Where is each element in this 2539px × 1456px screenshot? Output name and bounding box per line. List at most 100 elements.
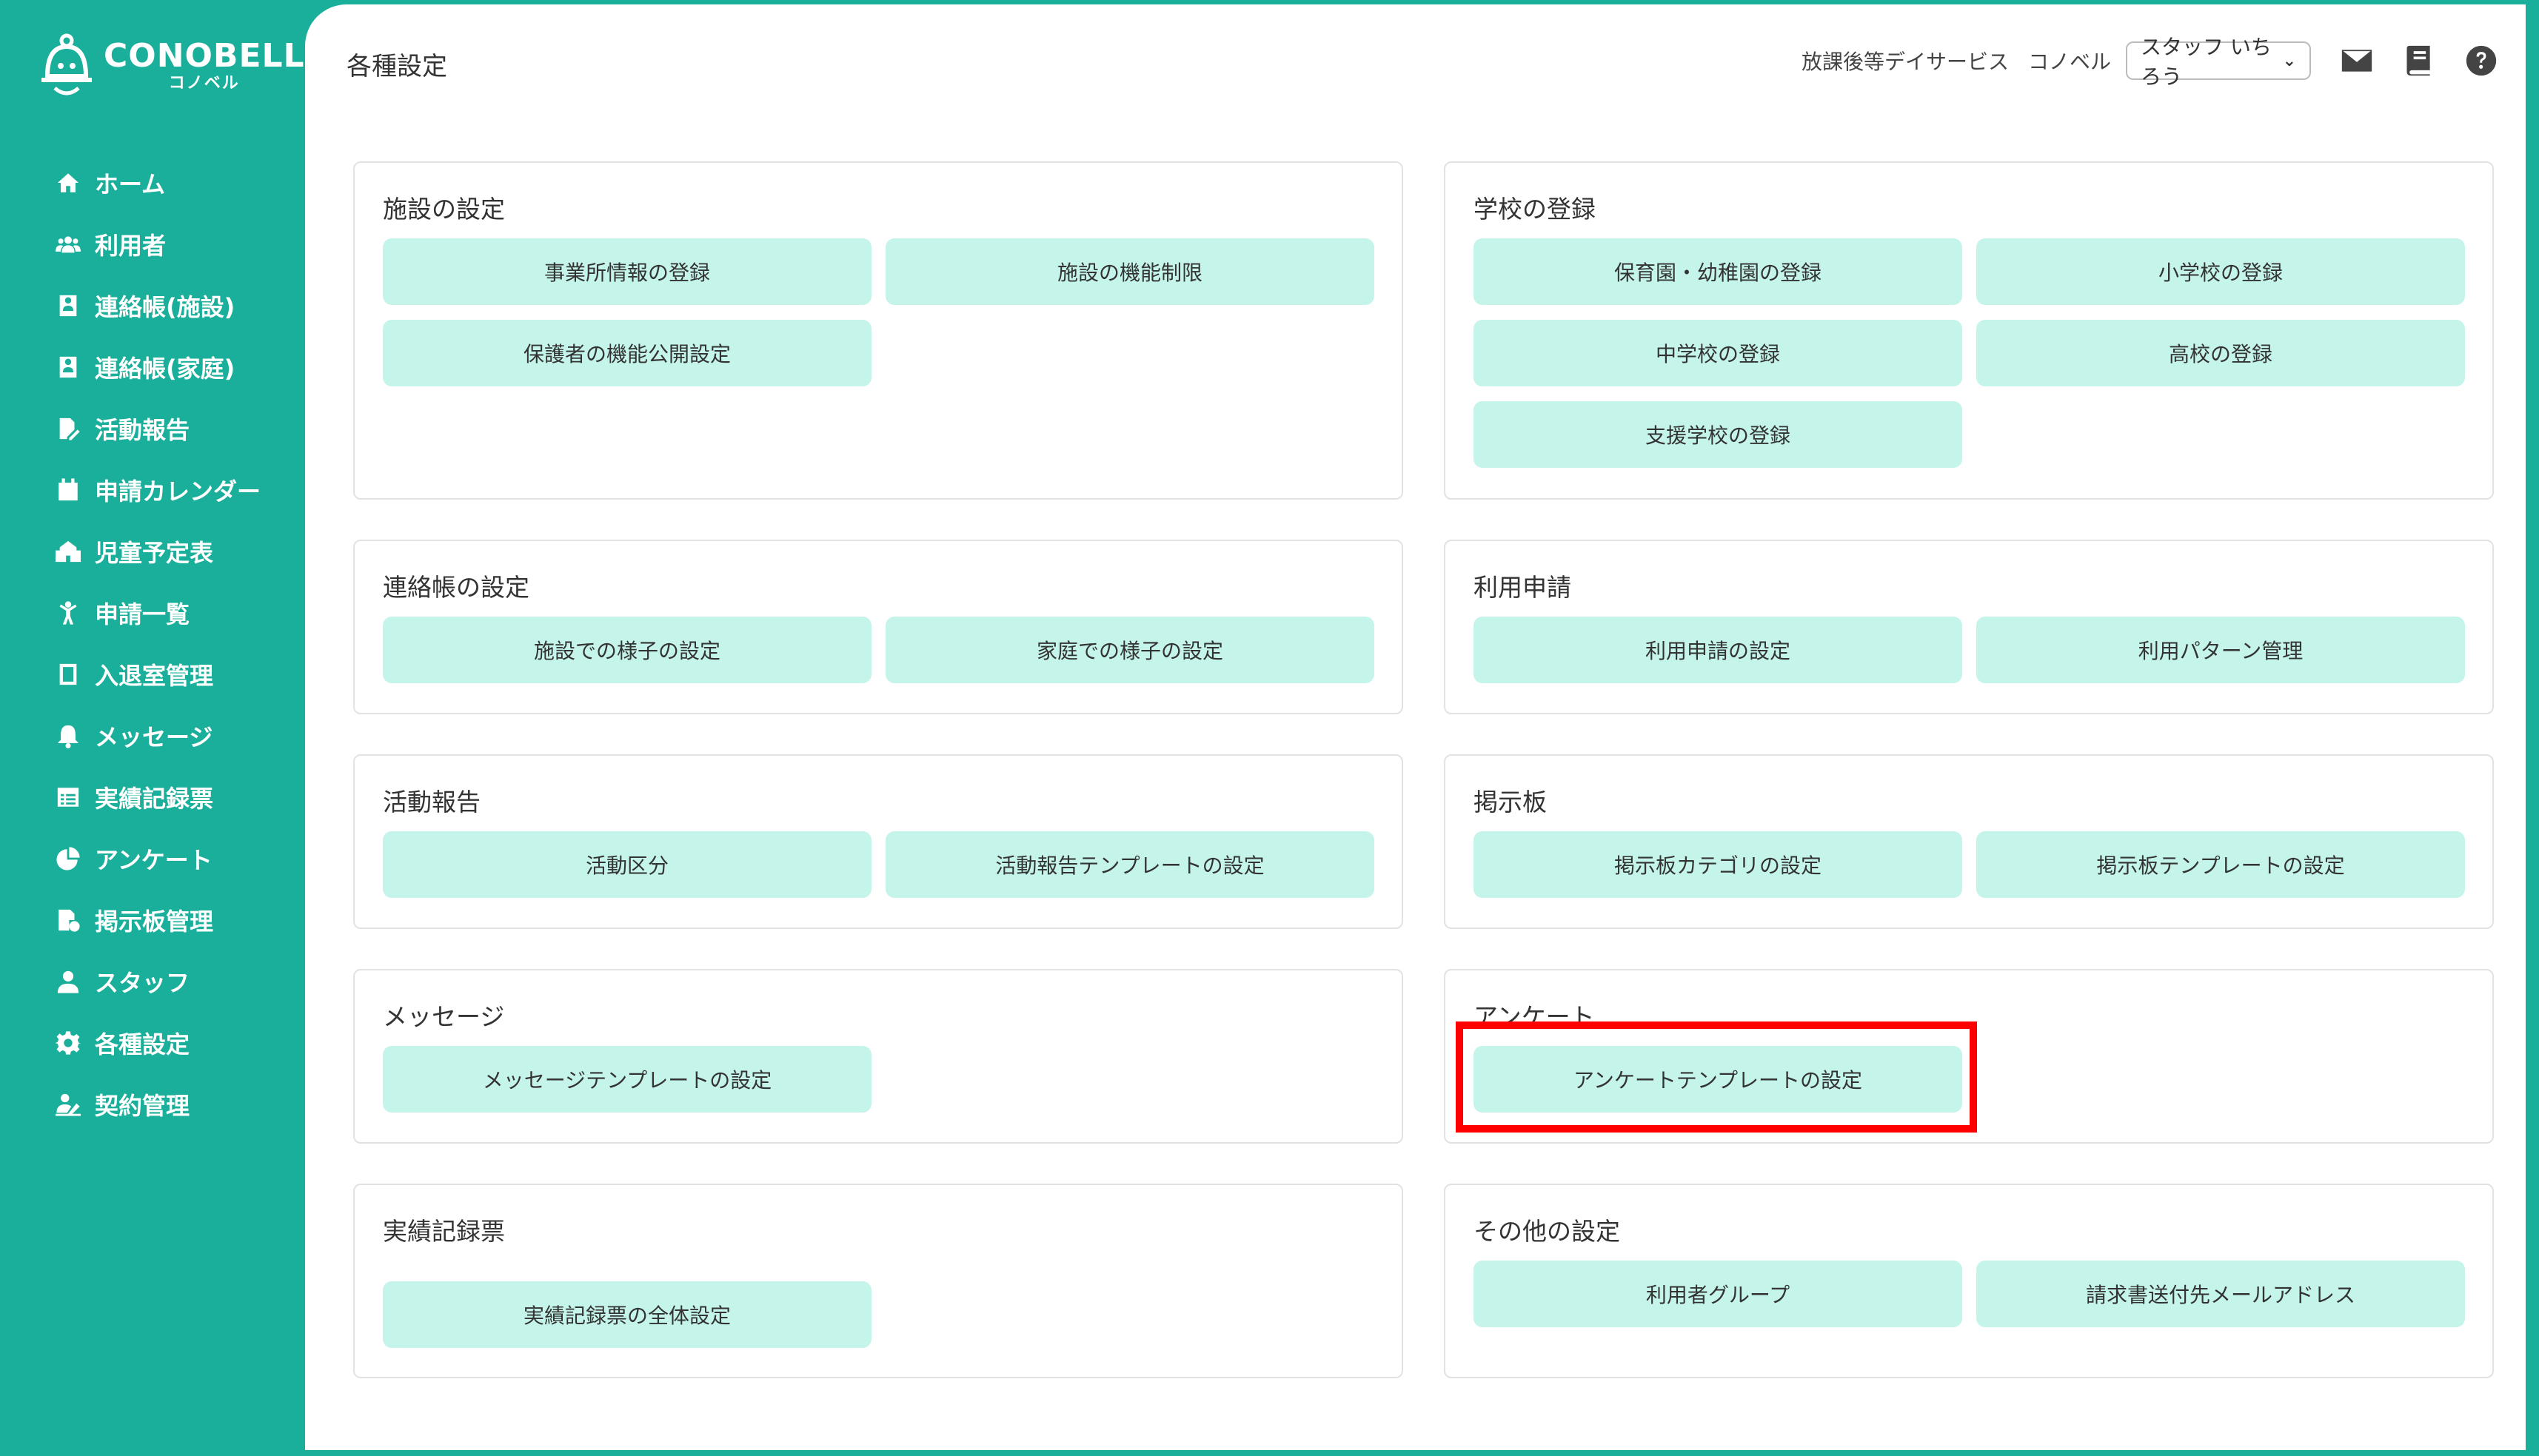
staff-select[interactable]: スタッフ いちろう ⌄ [2126,35,2311,89]
logo-subtext: コノベル [168,74,240,93]
staff-icon [55,968,81,995]
sidebar-item-records[interactable]: 実績記録票 [0,766,305,828]
sidebar-item-message[interactable]: メッセージ [0,705,305,766]
sidebar-item-staff[interactable]: スタッフ [0,950,305,1012]
home-status-setting-button[interactable]: 家庭での様子の設定 [886,617,1374,683]
sidebar-item-label: 申請一覧 [95,600,190,628]
card-title: 実績記録票 [383,1217,505,1246]
sidebar: CONOBELL コノベル ホーム 利用者 連絡帳(施設) 連絡帳(家庭) 活動… [0,0,305,1456]
sidebar-item-label: スタッフ [95,968,190,997]
card-usage-application: 利用申請 利用申請の設定 利用パターン管理 [1444,540,2494,714]
pie-chart-icon [55,845,81,872]
card-bulletin-board: 掲示板 掲示板カテゴリの設定 掲示板テンプレートの設定 [1444,754,2494,929]
card-records: 実績記録票 実績記録票の全体設定 [353,1184,1403,1378]
gear-icon [55,1030,81,1056]
org-name: コノベル [2027,50,2111,74]
sidebar-item-calendar[interactable]: 申請カレンダー [0,459,305,520]
junior-high-register-button[interactable]: 中学校の登録 [1473,320,1962,386]
school-icon [55,538,81,565]
activity-category-button[interactable]: 活動区分 [383,831,872,898]
logo[interactable]: CONOBELL コノベル [39,33,304,99]
sidebar-item-label: 各種設定 [95,1030,190,1059]
facility-status-setting-button[interactable]: 施設での様子の設定 [383,617,872,683]
usage-pattern-button[interactable]: 利用パターン管理 [1976,617,2465,683]
card-title: 活動報告 [383,788,481,816]
card-other-settings: その他の設定 利用者グループ 請求書送付先メールアドレス [1444,1184,2494,1378]
calendar-icon [55,477,81,503]
card-title: メッセージ [383,1002,505,1031]
card-message: メッセージ メッセージテンプレートの設定 [353,969,1403,1144]
sidebar-item-contact-facility[interactable]: 連絡帳(施設) [0,275,305,336]
contract-icon [55,1091,81,1118]
sidebar-item-settings[interactable]: 各種設定 [0,1012,305,1073]
card-school-registration: 学校の登録 保育園・幼稚園の登録 小学校の登録 中学校の登録 高校の登録 支援学… [1444,161,2494,500]
sidebar-item-label: 掲示板管理 [95,907,214,936]
high-school-register-button[interactable]: 高校の登録 [1976,320,2465,386]
logo-text: CONOBELL [104,37,305,75]
card-title: 学校の登録 [1473,195,1596,224]
nursery-register-button[interactable]: 保育園・幼稚園の登録 [1473,238,1962,305]
contact-book-icon [55,292,81,319]
header-right: 放課後等デイサービス コノベル スタッフ いちろう ⌄ [1782,35,2498,89]
contact-book-icon [55,354,81,380]
card-facility-settings: 施設の設定 事業所情報の登録 施設の機能制限 保護者の機能公開設定 [353,161,1403,500]
survey-template-button[interactable]: アンケートテンプレートの設定 [1473,1046,1962,1113]
board-template-button[interactable]: 掲示板テンプレートの設定 [1976,831,2465,898]
guardian-disclosure-button[interactable]: 保護者の機能公開設定 [383,320,872,386]
staff-select-value: スタッフ いちろう [2141,35,2272,89]
sidebar-item-entry-exit[interactable]: 入退室管理 [0,643,305,705]
sidebar-item-label: 利用者 [95,231,167,260]
sidebar-item-label: 連絡帳(施設) [95,292,235,321]
sidebar-item-label: 入退室管理 [95,661,214,690]
sidebar-item-application-list[interactable]: 申請一覧 [0,582,305,643]
records-global-setting-button[interactable]: 実績記録票の全体設定 [383,1281,872,1348]
sidebar-item-contact-home[interactable]: 連絡帳(家庭) [0,336,305,397]
board-icon [55,907,81,933]
sidebar-item-child-schedule[interactable]: 児童予定表 [0,520,305,582]
support-school-register-button[interactable]: 支援学校の登録 [1473,401,1962,468]
help-icon[interactable] [2465,44,2498,77]
message-template-button[interactable]: メッセージテンプレートの設定 [383,1046,872,1113]
bell-icon [55,722,81,749]
sidebar-item-label: 児童予定表 [95,538,214,567]
child-icon [55,600,81,626]
mail-icon[interactable] [2341,44,2373,77]
home-icon [55,170,81,196]
card-title: アンケート [1473,1002,1595,1031]
facility-info-button[interactable]: 事業所情報の登録 [383,238,872,305]
table-icon [55,784,81,811]
card-title: 利用申請 [1473,573,1571,602]
sidebar-item-label: 連絡帳(家庭) [95,354,235,383]
facility-restriction-button[interactable]: 施設の機能制限 [886,238,1374,305]
chevron-down-icon: ⌄ [2282,51,2296,70]
sidebar-item-activity-report[interactable]: 活動報告 [0,397,305,459]
sidebar-item-label: ホーム [95,170,166,198]
book-icon[interactable] [2403,44,2435,77]
sidebar-item-label: 実績記録票 [95,784,214,813]
user-group-button[interactable]: 利用者グループ [1473,1261,1962,1327]
invoice-email-button[interactable]: 請求書送付先メールアドレス [1976,1261,2465,1327]
sidebar-item-survey[interactable]: アンケート [0,828,305,889]
application-setting-button[interactable]: 利用申請の設定 [1473,617,1962,683]
sidebar-item-label: メッセージ [95,722,213,751]
report-edit-icon [55,415,81,442]
card-contact-settings: 連絡帳の設定 施設での様子の設定 家庭での様子の設定 [353,540,1403,714]
bell-logo-icon [39,33,95,98]
card-title: 施設の設定 [383,195,505,224]
sidebar-nav: ホーム 利用者 連絡帳(施設) 連絡帳(家庭) 活動報告 申請カレンダー 児童予… [0,152,305,1135]
sidebar-item-home[interactable]: ホーム [0,152,305,213]
service-name: 放課後等デイサービス [1801,50,2009,74]
page-title: 各種設定 [347,52,447,81]
sidebar-item-label: アンケート [95,845,213,874]
sidebar-item-board[interactable]: 掲示板管理 [0,889,305,950]
sidebar-item-label: 契約管理 [95,1091,190,1120]
sidebar-item-users[interactable]: 利用者 [0,213,305,275]
activity-template-button[interactable]: 活動報告テンプレートの設定 [886,831,1374,898]
board-category-button[interactable]: 掲示板カテゴリの設定 [1473,831,1962,898]
sidebar-item-contract[interactable]: 契約管理 [0,1073,305,1135]
card-survey: アンケート アンケートテンプレートの設定 [1444,969,2494,1144]
sidebar-item-label: 活動報告 [95,415,190,444]
card-title: 掲示板 [1473,788,1547,816]
users-icon [55,231,81,258]
elementary-register-button[interactable]: 小学校の登録 [1976,238,2465,305]
